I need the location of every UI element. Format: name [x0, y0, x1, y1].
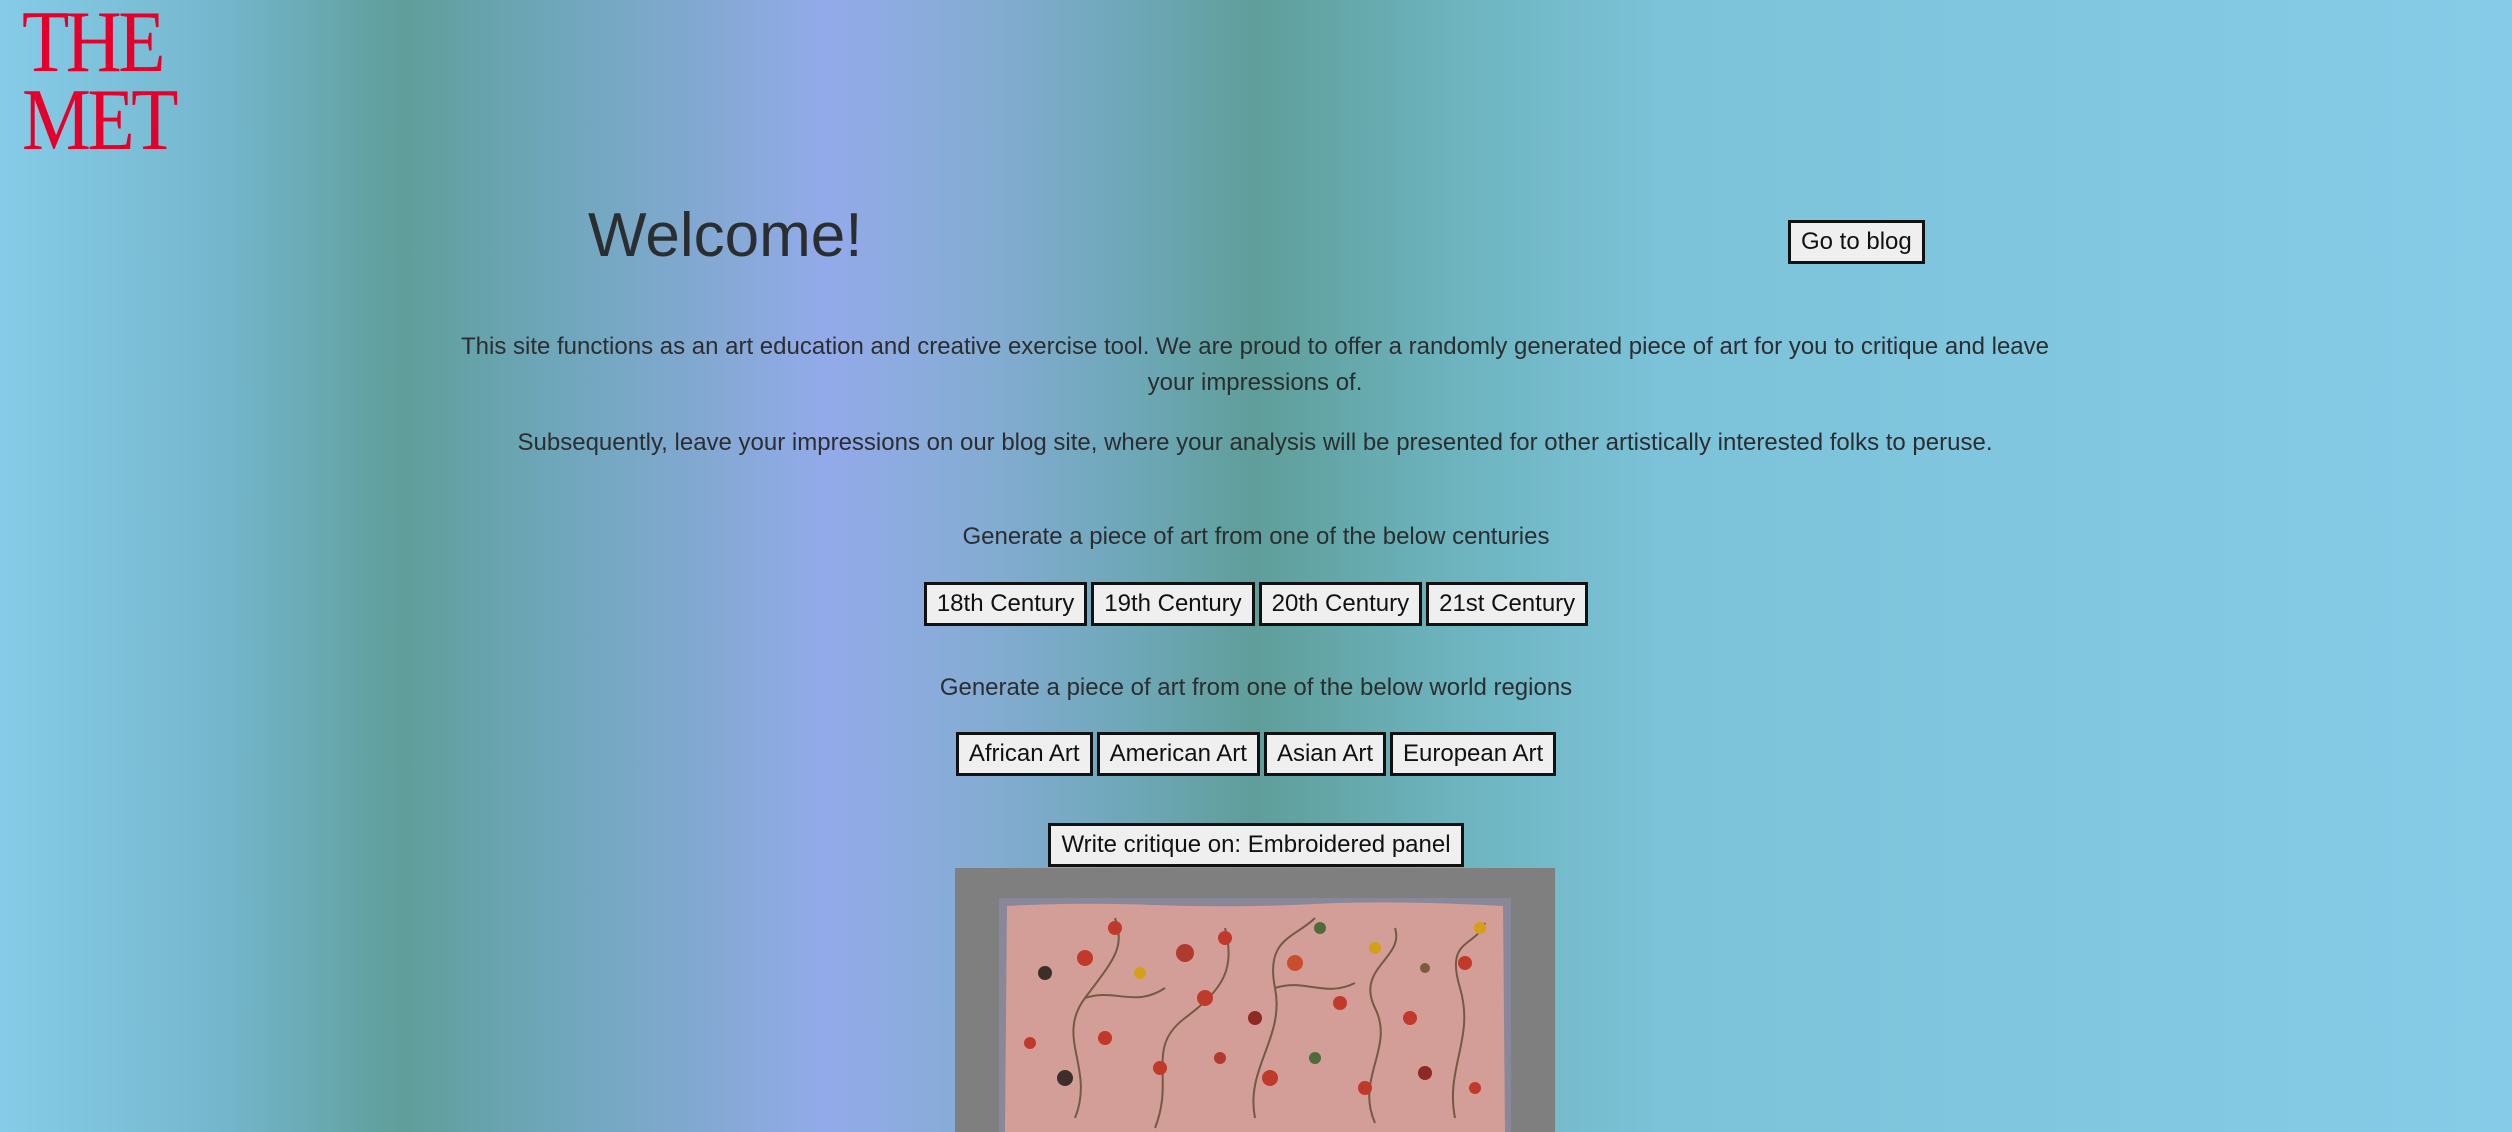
century-20th-button[interactable]: 20th Century: [1258, 582, 1423, 626]
logo-line-1: THE: [22, 0, 165, 91]
century-18th-button[interactable]: 18th Century: [923, 582, 1088, 626]
critique-button-row: Write critique on: Embroidered panel: [0, 823, 2512, 867]
met-logo[interactable]: THE MET: [22, 0, 178, 165]
region-american-art-button[interactable]: American Art: [1096, 732, 1260, 776]
regions-label: Generate a piece of art from one of the …: [939, 674, 1573, 701]
region-asian-art-button[interactable]: Asian Art: [1263, 732, 1387, 776]
region-button-row: African Art American Art Asian Art Europ…: [0, 732, 2512, 776]
century-21st-button[interactable]: 21st Century: [1426, 582, 1589, 626]
century-button-row: 18th Century 19th Century 20th Century 2…: [0, 582, 2512, 626]
region-african-art-button[interactable]: African Art: [955, 732, 1093, 776]
go-to-blog-button[interactable]: Go to blog: [1788, 220, 1925, 264]
region-european-art-button[interactable]: European Art: [1390, 732, 1557, 776]
intro-paragraph-1: This site functions as an art education …: [460, 333, 2050, 396]
artwork-image: [955, 868, 1555, 1132]
century-19th-button[interactable]: 19th Century: [1091, 582, 1255, 626]
write-critique-button[interactable]: Write critique on: Embroidered panel: [1048, 823, 1464, 867]
intro-paragraph-2: Subsequently, leave your impressions on …: [517, 429, 1993, 456]
centuries-label: Generate a piece of art from one of the …: [962, 523, 1550, 550]
embroidered-panel-image: [955, 868, 1555, 1132]
logo-line-2: MET: [22, 72, 178, 169]
page-title: Welcome!: [588, 201, 863, 270]
